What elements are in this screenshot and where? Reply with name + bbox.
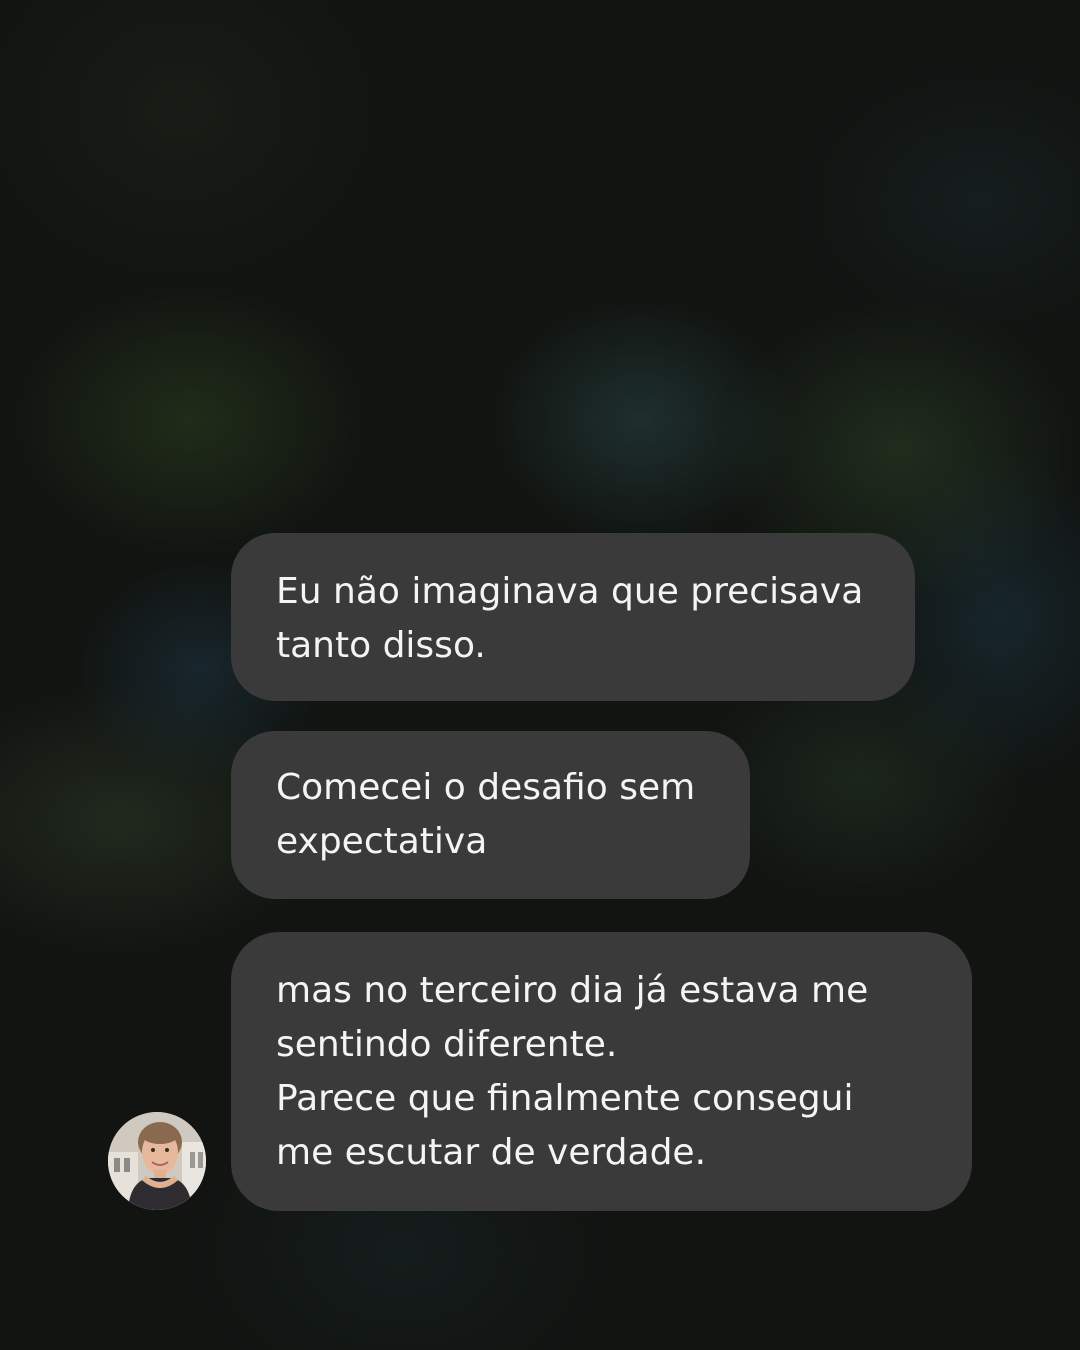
user-avatar-photo-icon (108, 1112, 206, 1210)
avatar[interactable] (108, 1112, 206, 1210)
message-bubble-1: Eu não imaginava que precisava tanto dis… (231, 533, 915, 701)
message-bubble-2: Comecei o desafio sem expectativa (231, 731, 750, 899)
message-bubble-3: mas no terceiro dia já estava me sentind… (231, 932, 972, 1211)
